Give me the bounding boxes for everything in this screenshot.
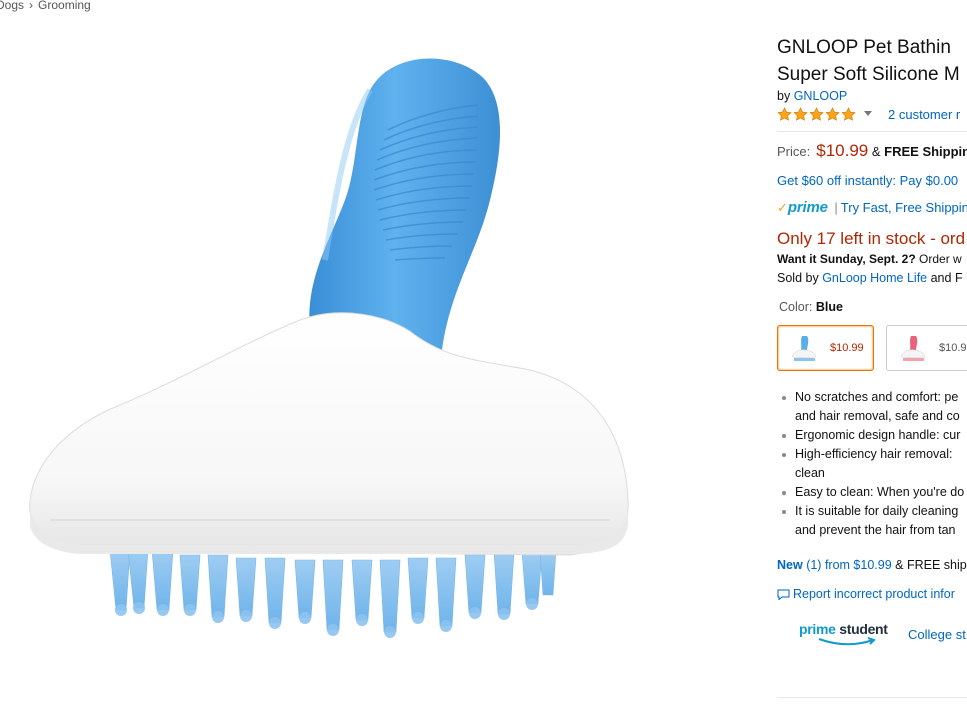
feature-bullet-line: clean (795, 466, 825, 480)
prime-check-icon: ✓ (777, 200, 788, 215)
delivery-date: Want it Sunday, Sept. 2? (777, 252, 916, 266)
color-value: Blue (815, 300, 843, 314)
price-value: $10.99 (816, 141, 869, 160)
breadcrumb: Dogs › Grooming (0, 0, 91, 12)
prime-student-student: student (839, 621, 888, 637)
new-offers-count-link[interactable]: (1) from $10.99 (806, 558, 891, 572)
color-label-text: Color: (779, 300, 813, 314)
star-icon (809, 107, 824, 121)
color-label: Color: Blue (779, 300, 843, 314)
divider (777, 697, 967, 698)
feature-bullet-line: Easy to clean: When you're do (795, 485, 965, 499)
product-title-line1: GNLOOP Pet Bathin (777, 37, 951, 58)
product-title: GNLOOP Pet Bathin Super Soft Silicone M (777, 34, 967, 88)
sold-by-prefix: Sold by (777, 271, 819, 285)
feature-bullet-line: Ergonomic design handle: cur (795, 428, 961, 442)
color-swatch-pink[interactable]: $10.9 (886, 325, 967, 371)
brush-thumbnail-icon (791, 336, 817, 361)
swatch-price: $10.99 (830, 342, 864, 354)
free-shipping-link[interactable]: FREE Shipping (884, 144, 967, 159)
report-incorrect-info-link[interactable]: Report incorrect product infor (777, 587, 955, 601)
feature-bullet-line: and prevent the hair from tan (795, 523, 956, 537)
feature-bullet: Ergonomic design handle: cur (779, 426, 967, 445)
star-icon (841, 107, 856, 121)
divider (777, 131, 967, 132)
star-icon (793, 107, 808, 121)
feature-bullet-line: It is suitable for daily cleaning (795, 504, 959, 518)
swatch-price: $10.9 (939, 342, 967, 354)
product-image[interactable] (10, 30, 660, 690)
sold-by: Sold by GnLoop Home Life and F (777, 271, 963, 285)
breadcrumb-item-grooming[interactable]: Grooming (38, 0, 91, 12)
delivery-rest: Order w (919, 252, 962, 266)
feature-bullet-line: No scratches and comfort: pe (795, 390, 959, 404)
prime-pipe: | (834, 200, 838, 215)
chevron-down-icon[interactable] (864, 111, 872, 117)
product-image-brush (29, 58, 629, 638)
sold-by-and: and F (930, 271, 963, 285)
college-link[interactable]: College st (908, 627, 966, 642)
seller-link[interactable]: GnLoop Home Life (822, 271, 927, 285)
feature-bullet: It is suitable for daily cleaning and pr… (779, 502, 967, 540)
new-offers: New (1) from $10.99 & FREE ship (777, 558, 967, 572)
customer-reviews-link[interactable]: 2 customer r (888, 107, 960, 122)
new-offers-shipping: & FREE ship (895, 558, 967, 572)
star-rating[interactable] (777, 107, 856, 122)
feature-bullet: Easy to clean: When you're do (779, 483, 967, 502)
byline: by GNLOOP (777, 89, 847, 103)
new-offers-link[interactable]: New (777, 558, 803, 572)
price-row: Price: $10.99 & FREE Shipping (777, 141, 967, 161)
feature-bullet: No scratches and comfort: pe and hair re… (779, 388, 967, 426)
color-swatch-blue[interactable]: $10.99 (777, 325, 874, 371)
feature-bullet-line: and hair removal, safe and co (795, 409, 960, 423)
delivery-info: Want it Sunday, Sept. 2? Order w (777, 252, 962, 266)
feature-bullets: No scratches and comfort: pe and hair re… (779, 388, 967, 540)
price-label: Price: (777, 144, 811, 159)
smile-arrow-icon (818, 637, 876, 646)
price-amp: & (871, 144, 881, 159)
report-text: Report incorrect product infor (793, 587, 955, 601)
speech-bubble-icon (777, 589, 790, 600)
prime-student-logo[interactable]: prime student (799, 621, 888, 646)
brush-thumbnail-icon (900, 336, 926, 361)
prime-logo: prime (787, 199, 828, 216)
brand-link[interactable]: GNLOOP (794, 89, 848, 103)
prime-student-wordmark: prime student (799, 621, 888, 637)
prime-row: ✓prime | Try Fast, Free Shippin (777, 199, 967, 216)
feature-bullet: High-efficiency hair removal: clean (779, 445, 967, 483)
feature-bullet-line: High-efficiency hair removal: (795, 447, 953, 461)
prime-student-prime: prime (799, 621, 836, 637)
product-title-line2: Super Soft Silicone M (777, 64, 960, 85)
byline-prefix: by (777, 89, 791, 103)
prime-trial-link[interactable]: Try Fast, Free Shippin (841, 200, 967, 215)
breadcrumb-separator: › (29, 0, 34, 12)
star-icon (825, 107, 840, 121)
card-offer-link[interactable]: Get $60 off instantly: Pay $0.00 (777, 173, 958, 188)
breadcrumb-item-dogs[interactable]: Dogs (0, 0, 24, 12)
stock-status: Only 17 left in stock - ord (777, 229, 966, 248)
rating-row: 2 customer r (777, 106, 960, 124)
star-icon (777, 107, 792, 121)
